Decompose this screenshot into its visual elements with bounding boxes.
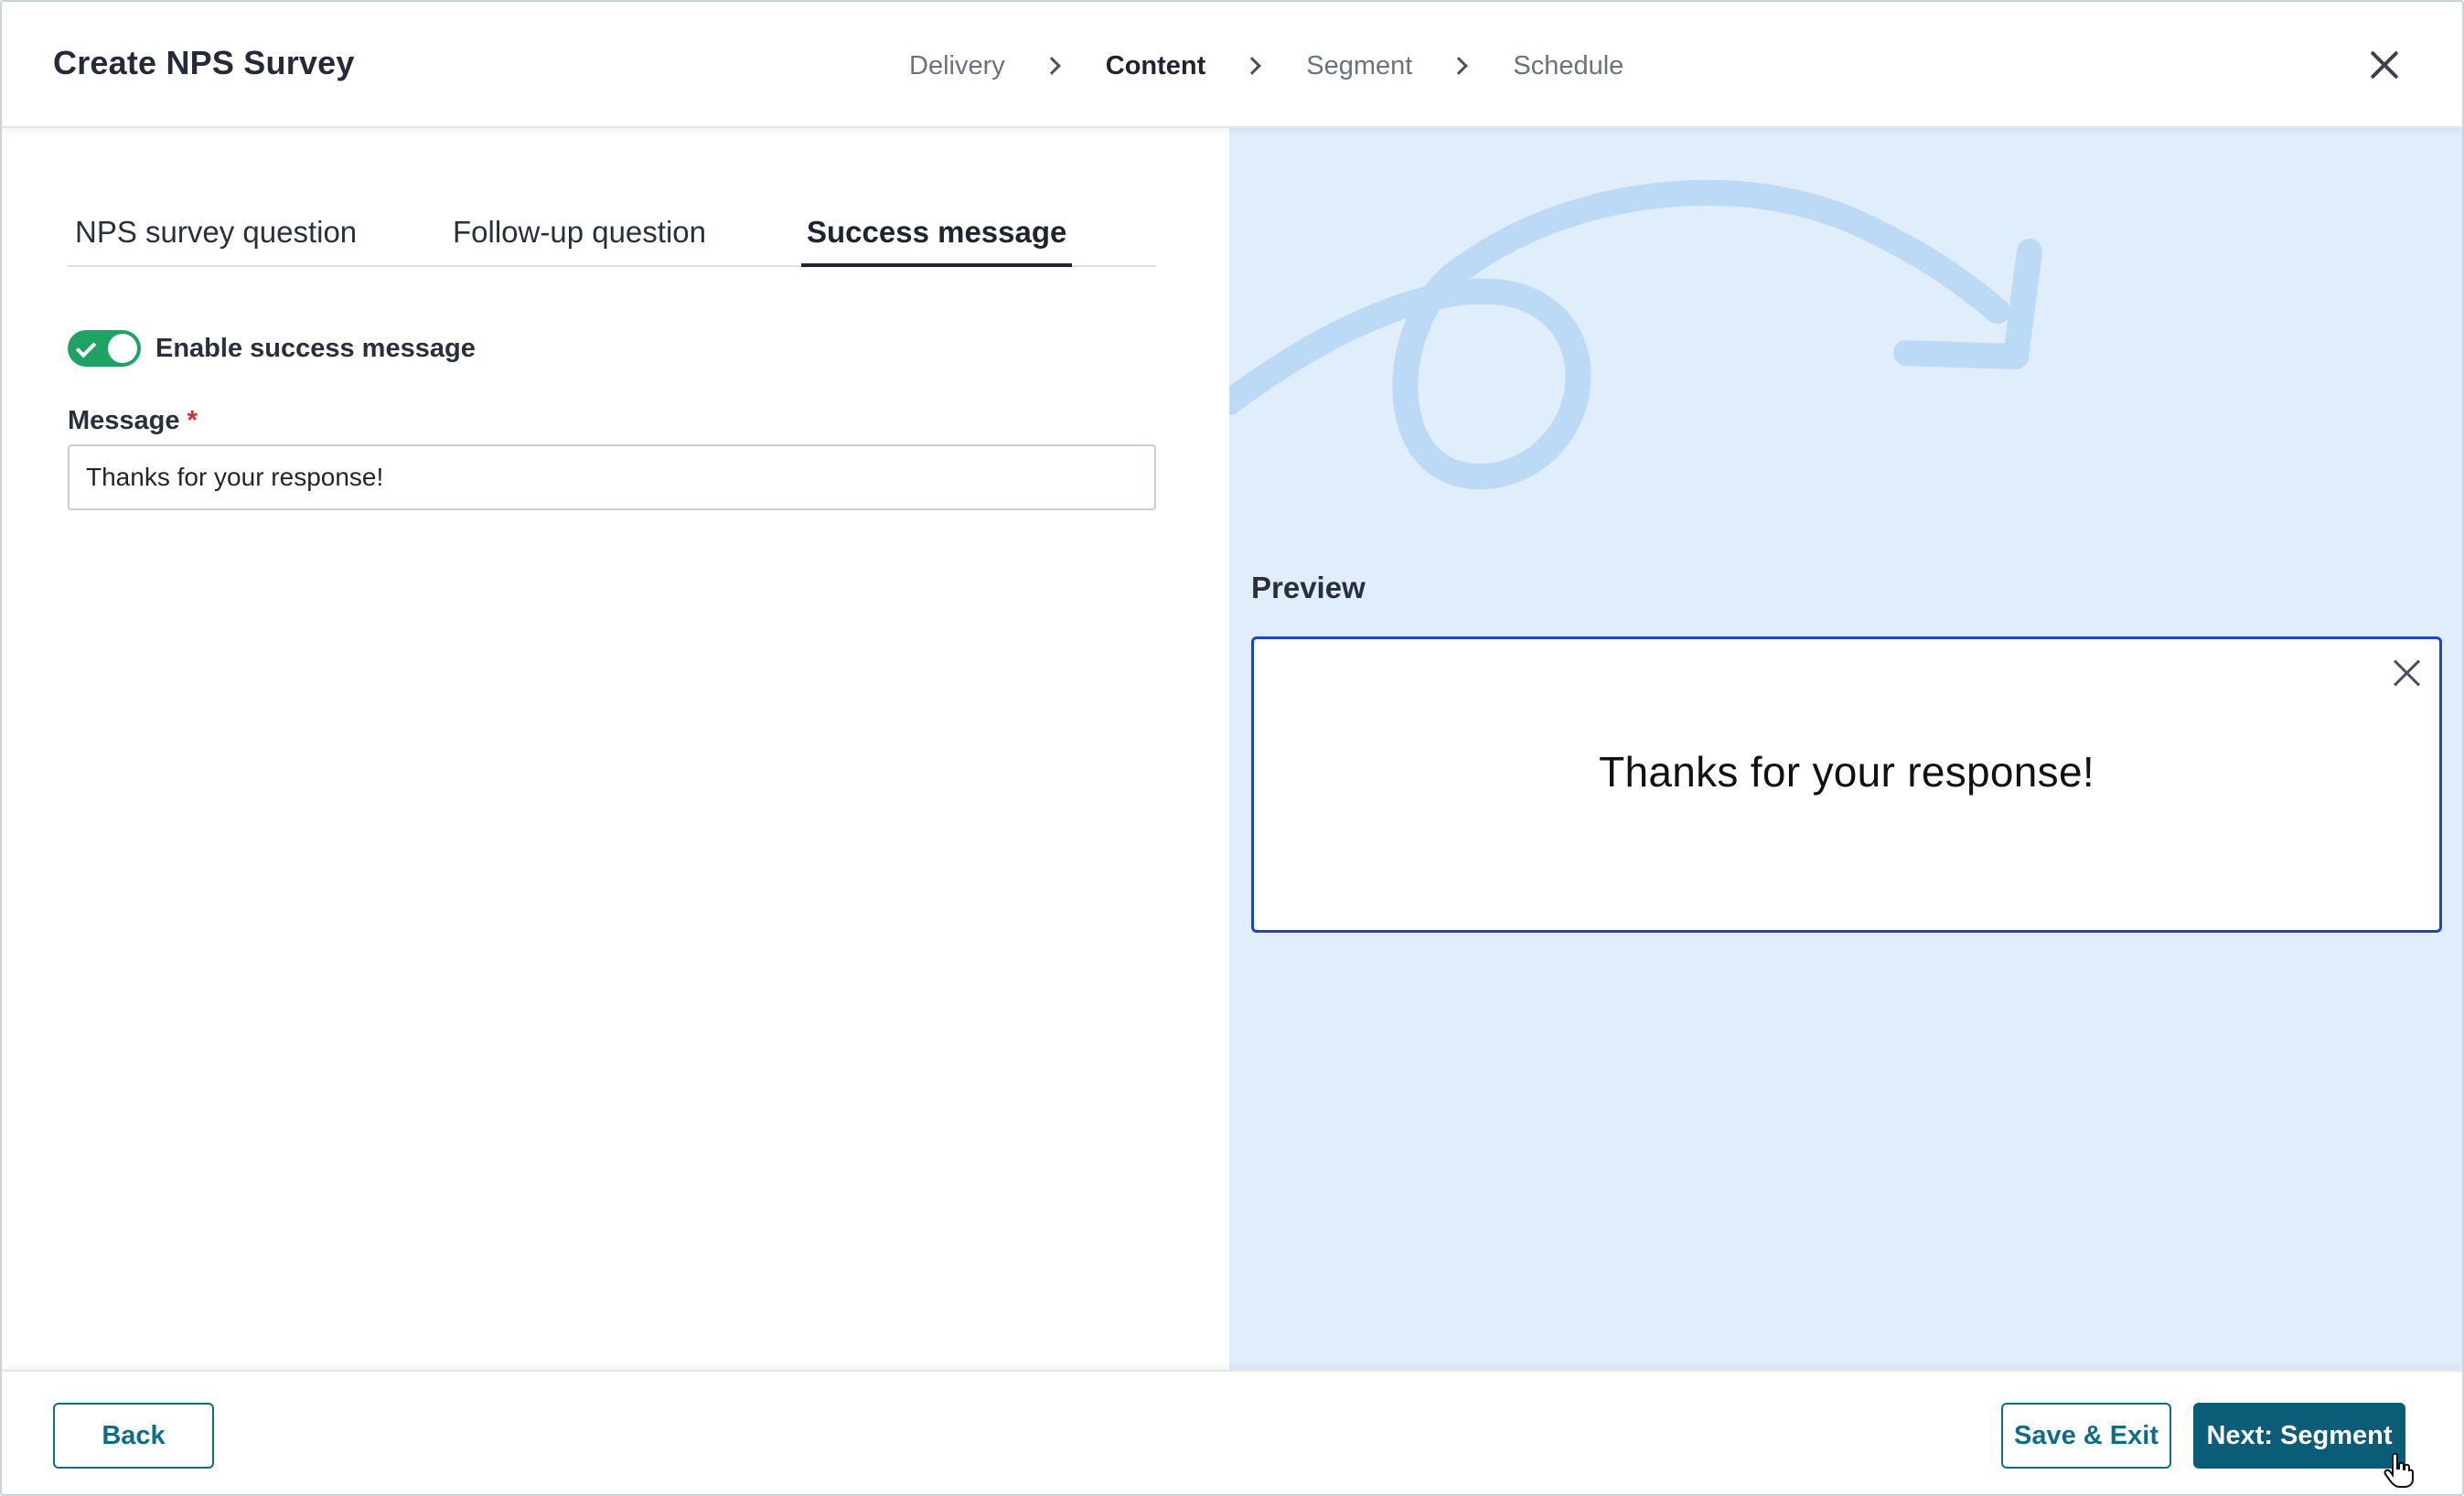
preview-message: Thanks for your response! [1599,748,2094,796]
step-content[interactable]: Content [1106,51,1206,81]
close-icon[interactable] [2369,49,2400,80]
step-delivery[interactable]: Delivery [909,51,1005,81]
message-label-text: Message [68,406,180,435]
tab-success-message[interactable]: Success message [801,208,1073,267]
close-icon[interactable] [2394,659,2421,687]
content-editor-panel: NPS survey question Follow-up question S… [2,128,1229,1370]
check-icon [75,337,97,358]
chevron-right-icon [1243,57,1262,75]
toggle-knob [108,334,137,363]
back-button[interactable]: Back [53,1403,214,1469]
hand-cursor-icon [2384,1452,2414,1488]
step-segment[interactable]: Segment [1306,51,1412,81]
tab-follow-up-question[interactable]: Follow-up question [447,208,712,267]
toggle-label: Enable success message [155,333,476,363]
dialog-title: Create NPS Survey [53,44,355,81]
dialog-header: Create NPS Survey Delivery Content Segme… [2,2,2462,128]
tab-nps-survey-question[interactable]: NPS survey question [70,208,362,267]
step-breadcrumb: Delivery Content Segment Schedule [909,49,1623,82]
required-asterisk: * [187,406,198,435]
message-label: Message * [68,406,198,436]
enable-success-message-row: Enable success message [68,329,476,368]
chevron-right-icon [1042,57,1061,75]
save-exit-button[interactable]: Save & Exit [2001,1403,2171,1469]
message-input[interactable] [68,444,1156,510]
preview-panel: Preview Thanks for your response! [1229,128,2462,1370]
preview-card: Thanks for your response! [1251,636,2442,933]
dialog-footer: Back Save & Exit Next: Segment [2,1370,2462,1494]
next-segment-button[interactable]: Next: Segment [2193,1403,2405,1469]
content-tabs: NPS survey question Follow-up question S… [68,208,1156,267]
nps-survey-dialog: Create NPS Survey Delivery Content Segme… [0,0,2464,1496]
step-schedule[interactable]: Schedule [1513,51,1623,81]
decorative-arrow-doodle [1229,179,2042,490]
preview-label: Preview [1251,571,1366,604]
chevron-right-icon [1450,57,1469,75]
enable-success-message-toggle[interactable] [68,330,141,367]
